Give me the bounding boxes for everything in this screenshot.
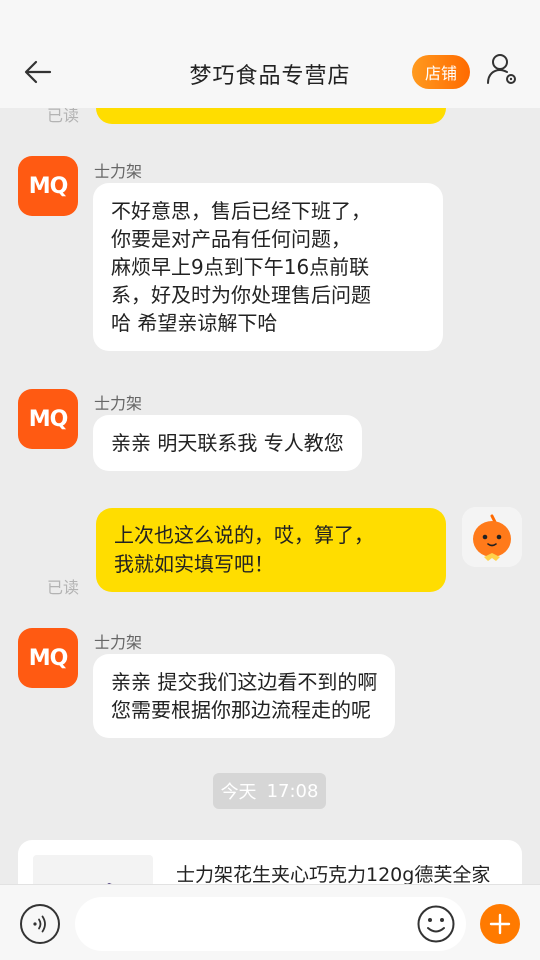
sender-name: 士力架 (94, 394, 143, 413)
sender-name: 士力架 (94, 162, 143, 181)
message-line: 我就如实填写吧！ (114, 552, 274, 576)
message-line: 麻烦早上9点到下午16点前联 (111, 255, 370, 279)
user-settings-icon[interactable] (486, 52, 526, 92)
product-title: 士力架花生夹心巧克力120g德芙全家 (176, 864, 491, 884)
top-bar: 梦巧食品专营店 店铺 (0, 0, 540, 108)
avatar-text: MQ (28, 645, 69, 671)
read-status: 已读 (47, 108, 80, 125)
message-list[interactable]: 已读 MQ 士力架 不好意思，售后已经下班了， 你要是对产品有任何问题， 麻烦早… (0, 108, 540, 884)
message-bubble-incoming[interactable]: 不好意思，售后已经下班了， 你要是对产品有任何问题， 麻烦早上9点到下午16点前… (93, 183, 443, 351)
message-line: 亲亲 提交我们这边看不到的啊 (111, 670, 378, 694)
shop-avatar[interactable]: MQ (18, 628, 78, 688)
message-line: 您需要根据你那边流程走的呢 (111, 698, 371, 722)
timestamp-divider: 今天 17:08 (213, 773, 326, 809)
plus-icon[interactable] (480, 904, 520, 944)
message-bubble-incoming[interactable]: 亲亲 提交我们这边看不到的啊 您需要根据你那边流程走的呢 (93, 654, 396, 738)
product-card[interactable]: 士力架花生夹心巧克力120g德芙全家 (18, 840, 522, 884)
timestamp-day: 今天 (220, 782, 257, 803)
chat-screen: 梦巧食品专营店 店铺 已读 MQ 士力架 不好意思，售后已经下班了， 你要是对产… (0, 0, 540, 960)
voice-icon[interactable] (20, 904, 60, 944)
message-line: 你要是对产品有任何问题， (111, 227, 351, 251)
message-line: 不好意思，售后已经下班了， (111, 199, 371, 223)
message-bubble-outgoing[interactable] (96, 108, 446, 124)
product-image (33, 855, 153, 884)
shop-avatar[interactable]: MQ (18, 389, 78, 449)
message-bubble-outgoing[interactable]: 上次也这么说的，哎，算了， 我就如实填写吧！ (96, 508, 446, 592)
message-line: 亲亲 明天联系我 专人教您 (111, 431, 344, 455)
user-avatar[interactable] (462, 507, 522, 567)
avatar-text: MQ (28, 173, 69, 199)
timestamp-time: 17:08 (266, 780, 319, 802)
avatar-text: MQ (28, 406, 69, 432)
message-bubble-incoming[interactable]: 亲亲 明天联系我 专人教您 (93, 415, 362, 471)
emoji-icon[interactable] (416, 904, 456, 944)
shop-button[interactable]: 店铺 (412, 55, 470, 89)
message-line: 上次也这么说的，哎，算了， (114, 523, 374, 547)
message-input[interactable] (75, 897, 466, 951)
message-line: 哈 希望亲谅解下哈 (111, 311, 278, 335)
message-line: 系，好及时为你处理售后问题 (111, 283, 371, 307)
shop-avatar[interactable]: MQ (18, 156, 78, 216)
input-bar (0, 884, 540, 960)
sender-name: 士力架 (94, 633, 143, 652)
read-status: 已读 (47, 578, 80, 597)
